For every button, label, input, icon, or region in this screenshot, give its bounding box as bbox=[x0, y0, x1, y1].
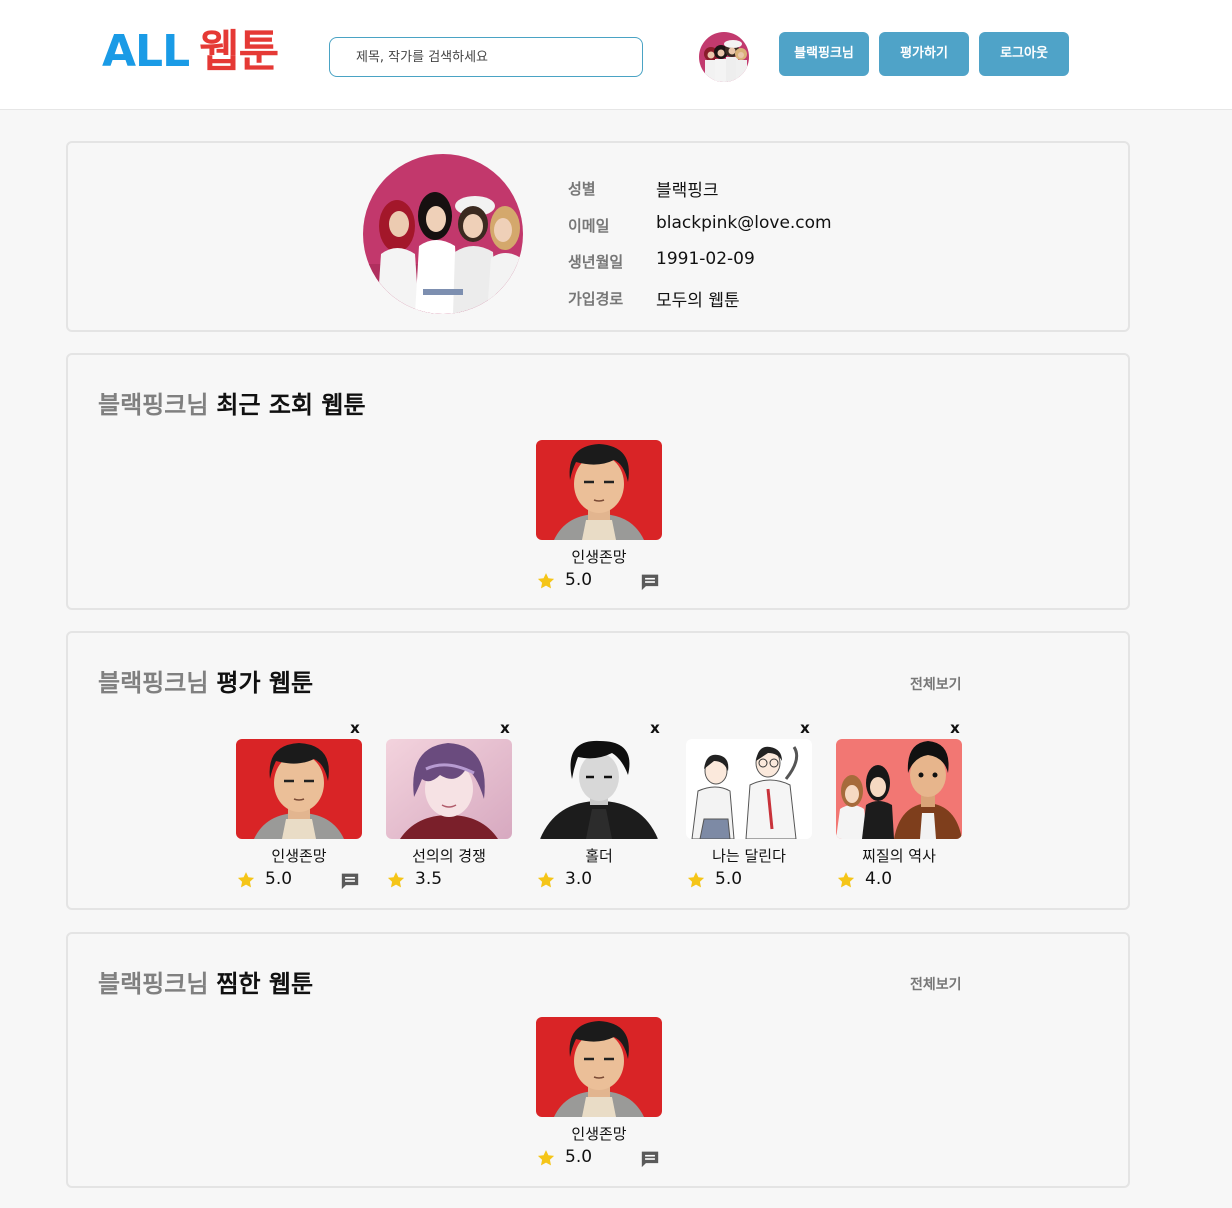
profile-label-signup-route: 가입경로 bbox=[568, 290, 624, 308]
webtoon-thumbnail[interactable] bbox=[536, 440, 662, 540]
star-icon bbox=[537, 872, 555, 888]
profile-label-gender: 성별 bbox=[568, 180, 596, 198]
star-icon bbox=[837, 872, 855, 888]
profile-card: 성별 블랙핑크 이메일 blackpink@love.com 생년월일 1991… bbox=[66, 141, 1130, 332]
star-icon bbox=[537, 573, 555, 589]
webtoon-rating: 3.5 bbox=[415, 869, 443, 889]
profile-value-gender: 블랙핑크 bbox=[656, 181, 719, 201]
user-button[interactable]: 블랙핑크님 bbox=[779, 32, 869, 76]
webtoon-rating: 4.0 bbox=[865, 869, 893, 889]
webtoon-item[interactable]: 인생존망 5.0 bbox=[536, 1017, 662, 1168]
webtoon-rating: 5.0 bbox=[715, 869, 743, 889]
webtoon-item[interactable]: x 인생존망 5.0 bbox=[236, 719, 362, 890]
remove-button[interactable]: x bbox=[948, 719, 962, 737]
webtoon-title: 나는 달린다 bbox=[712, 847, 786, 865]
section-title: 블랙핑크님 평가 웹툰 bbox=[98, 663, 313, 698]
search-input[interactable] bbox=[329, 37, 643, 77]
section-title-user: 블랙핑크님 bbox=[98, 669, 209, 697]
view-all-link[interactable]: 전체보기 bbox=[910, 974, 962, 994]
comment-icon[interactable] bbox=[340, 872, 360, 890]
webtoon-thumbnail[interactable] bbox=[386, 739, 512, 839]
recent-webtoons-card: 블랙핑크님 최근 조회 웹툰 인생존망 5.0 bbox=[66, 353, 1130, 610]
view-all-link[interactable]: 전체보기 bbox=[910, 674, 962, 694]
section-title-text: 평가 웹툰 bbox=[216, 669, 314, 697]
star-icon bbox=[237, 872, 255, 888]
webtoon-item[interactable]: x 나는 달린다 5.0 bbox=[686, 719, 812, 889]
webtoon-thumbnail[interactable] bbox=[836, 739, 962, 839]
section-title: 블랙핑크님 찜한 웹툰 bbox=[98, 964, 313, 999]
webtoon-title: 인생존망 bbox=[571, 1125, 627, 1143]
remove-button[interactable]: x bbox=[648, 719, 662, 737]
webtoon-rating: 5.0 bbox=[565, 1147, 593, 1167]
webtoon-item[interactable]: 인생존망 5.0 bbox=[536, 440, 662, 591]
remove-button[interactable]: x bbox=[498, 719, 512, 737]
webtoon-thumbnail[interactable] bbox=[536, 739, 662, 839]
webtoon-thumbnail[interactable] bbox=[236, 739, 362, 839]
webtoon-title: 찌질의 역사 bbox=[862, 847, 936, 865]
logo[interactable]: ALL 웹툰 bbox=[102, 26, 279, 78]
star-icon bbox=[537, 1150, 555, 1166]
profile-value-email: blackpink@love.com bbox=[656, 213, 832, 233]
webtoon-title: 인생존망 bbox=[271, 847, 327, 865]
webtoon-item[interactable]: x 찌질의 역사 4.0 bbox=[836, 719, 962, 889]
webtoon-title: 인생존망 bbox=[571, 548, 627, 566]
webtoon-item[interactable]: x 홀더 3.0 bbox=[536, 719, 662, 889]
webtoon-item[interactable]: x 선의의 경쟁 3.5 bbox=[386, 719, 512, 889]
webtoon-rating: 3.0 bbox=[565, 869, 593, 889]
profile-value-signup-route: 모두의 웹툰 bbox=[656, 291, 740, 311]
profile-label-birthdate: 생년월일 bbox=[568, 253, 624, 271]
rated-webtoons-card: 블랙핑크님 평가 웹툰 전체보기 x 인생존망 5.0 x 선의의 경쟁 3.5… bbox=[66, 631, 1130, 910]
rate-button[interactable]: 평가하기 bbox=[879, 32, 969, 76]
remove-button[interactable]: x bbox=[348, 719, 362, 737]
logo-all: ALL bbox=[102, 26, 190, 77]
profile-value-birthdate: 1991-02-09 bbox=[656, 249, 755, 269]
logo-webtoon: 웹툰 bbox=[199, 26, 279, 77]
section-title: 블랙핑크님 최근 조회 웹툰 bbox=[98, 385, 366, 420]
star-icon bbox=[687, 872, 705, 888]
webtoon-title: 선의의 경쟁 bbox=[412, 847, 486, 865]
logout-button[interactable]: 로그아웃 bbox=[979, 32, 1069, 76]
profile-label-email: 이메일 bbox=[568, 217, 610, 235]
section-title-text: 찜한 웹툰 bbox=[216, 970, 314, 998]
webtoon-rating: 5.0 bbox=[265, 869, 293, 889]
comment-icon[interactable] bbox=[640, 573, 660, 591]
profile-photo bbox=[363, 154, 523, 314]
webtoon-thumbnail[interactable] bbox=[536, 1017, 662, 1117]
webtoon-thumbnail[interactable] bbox=[686, 739, 812, 839]
section-title-text: 최근 조회 웹툰 bbox=[216, 391, 366, 419]
star-icon bbox=[387, 872, 405, 888]
liked-webtoons-card: 블랙핑크님 찜한 웹툰 전체보기 인생존망 5.0 bbox=[66, 932, 1130, 1188]
header-avatar[interactable] bbox=[699, 32, 749, 82]
section-title-user: 블랙핑크님 bbox=[98, 970, 209, 998]
webtoon-title: 홀더 bbox=[585, 847, 613, 865]
webtoon-rating: 5.0 bbox=[565, 570, 593, 590]
remove-button[interactable]: x bbox=[798, 719, 812, 737]
header: ALL웹툰 블랙핑크님 평가하기 로그아웃 bbox=[0, 0, 1232, 110]
comment-icon[interactable] bbox=[640, 1150, 660, 1168]
section-title-user: 블랙핑크님 bbox=[98, 391, 209, 419]
